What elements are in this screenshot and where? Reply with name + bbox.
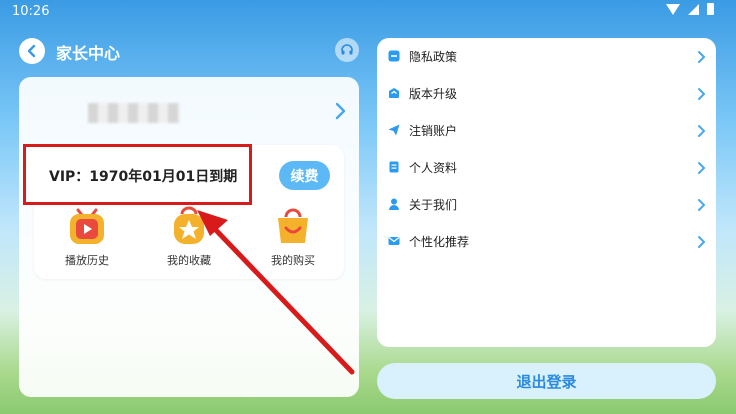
- annotation-arrow: [197, 210, 355, 375]
